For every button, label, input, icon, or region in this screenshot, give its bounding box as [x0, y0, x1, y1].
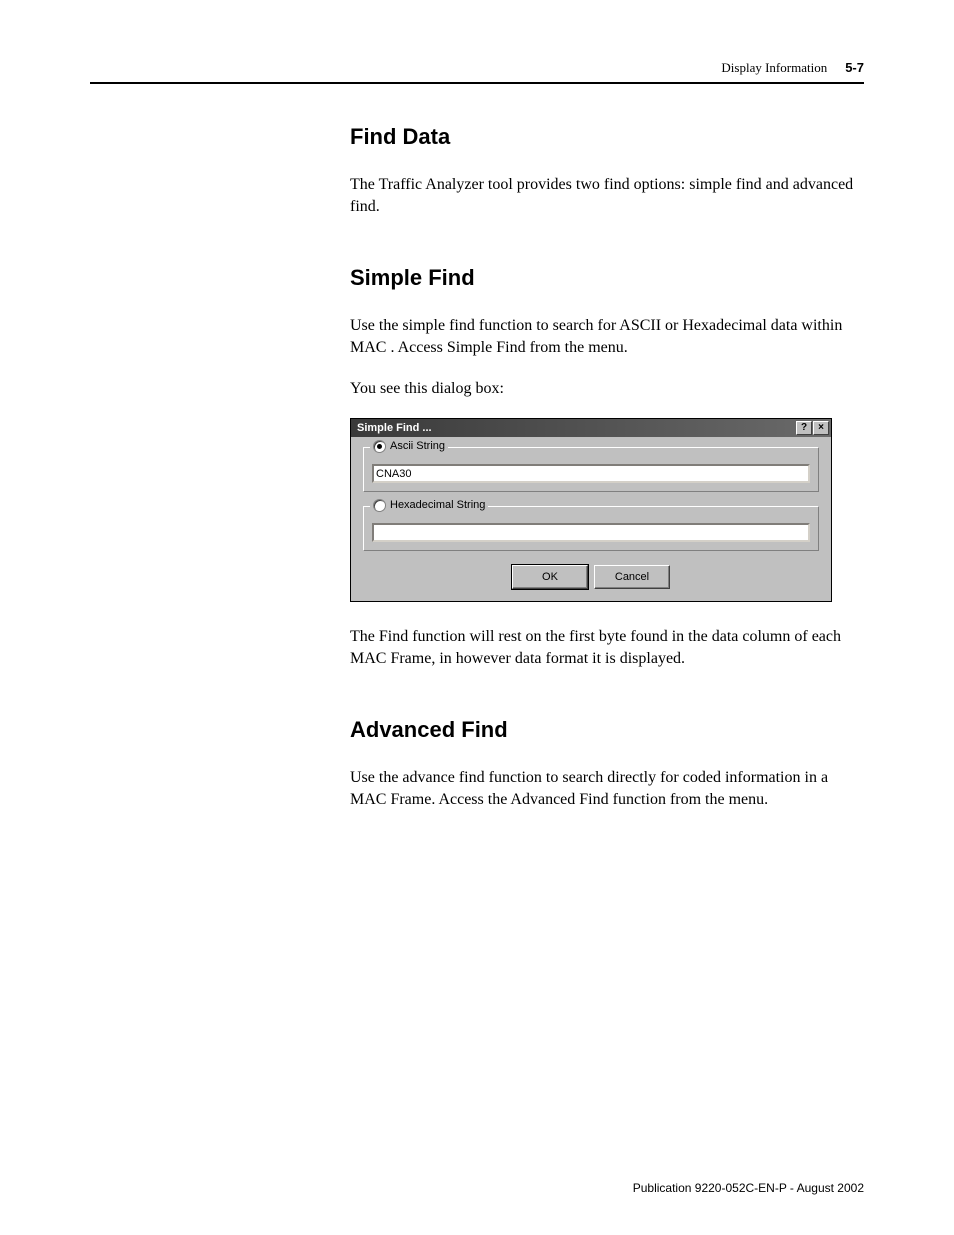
cancel-button-label: Cancel	[615, 571, 649, 583]
find-data-heading: Find Data	[350, 124, 864, 150]
simple-find-heading: Simple Find	[350, 265, 864, 291]
page-header: Display Information 5-7	[90, 60, 864, 84]
page-footer: Publication 9220-052C-EN-P - August 2002	[633, 1181, 864, 1195]
advanced-find-heading: Advanced Find	[350, 717, 864, 743]
simple-find-paragraph-3: The Find function will rest on the first…	[350, 626, 864, 671]
header-section: Display Information	[721, 60, 827, 76]
cancel-button[interactable]: Cancel	[594, 565, 670, 589]
hex-string-group: Hexadecimal String	[363, 506, 819, 551]
find-data-paragraph: The Traffic Analyzer tool provides two f…	[350, 174, 864, 219]
hex-radio-legend[interactable]: Hexadecimal String	[370, 499, 488, 512]
ascii-input-value: CNA30	[376, 468, 411, 480]
simple-find-paragraph-1: Use the simple find function to search f…	[350, 315, 864, 360]
hex-radio[interactable]	[373, 499, 386, 512]
hex-radio-label: Hexadecimal String	[390, 499, 485, 511]
ascii-input[interactable]: CNA30	[372, 464, 810, 483]
radio-selected-dot	[377, 444, 382, 449]
close-icon: ×	[818, 422, 824, 433]
advanced-find-paragraph-1: Use the advance find function to search …	[350, 767, 864, 812]
simple-find-paragraph-2: You see this dialog box:	[350, 378, 864, 400]
help-button[interactable]: ?	[796, 421, 812, 435]
ascii-radio-legend[interactable]: Ascii String	[370, 440, 448, 453]
close-button[interactable]: ×	[813, 421, 829, 435]
ascii-radio-label: Ascii String	[390, 440, 445, 452]
dialog-titlebar[interactable]: Simple Find ... ? ×	[351, 419, 831, 437]
ok-button[interactable]: OK	[512, 565, 588, 589]
hex-input[interactable]	[372, 523, 810, 542]
find-data-section: Find Data The Traffic Analyzer tool prov…	[350, 124, 864, 219]
dialog-title: Simple Find ...	[357, 422, 432, 434]
simple-find-dialog: Simple Find ... ? × Ascii	[350, 418, 832, 602]
ascii-radio[interactable]	[373, 440, 386, 453]
help-icon: ?	[801, 422, 807, 433]
ok-button-label: OK	[542, 571, 558, 583]
ascii-string-group: Ascii String CNA30	[363, 447, 819, 492]
advanced-find-section: Advanced Find Use the advance find funct…	[350, 717, 864, 812]
simple-find-section: Simple Find Use the simple find function…	[350, 265, 864, 671]
header-page-number: 5-7	[845, 60, 864, 75]
